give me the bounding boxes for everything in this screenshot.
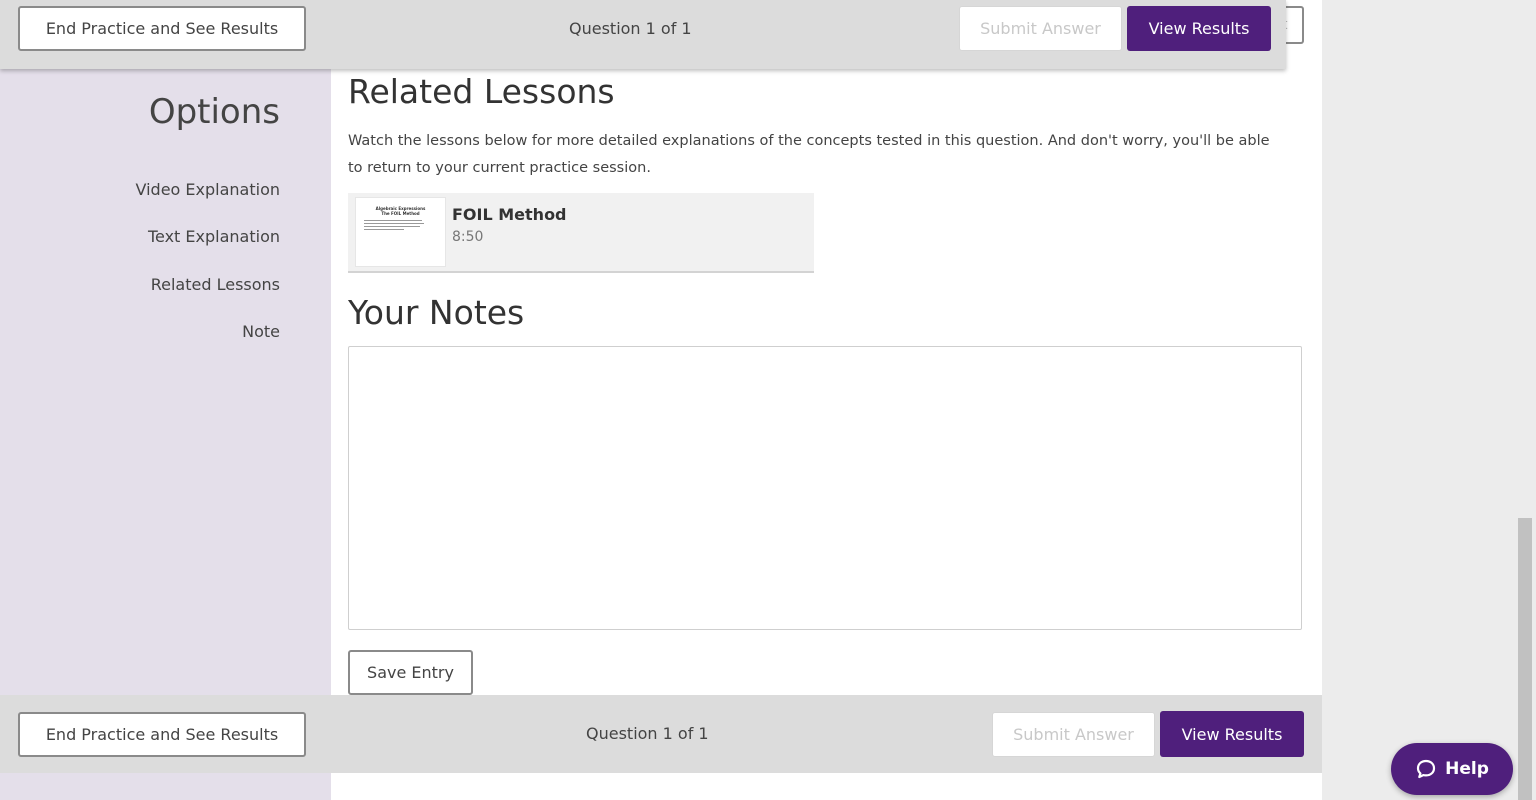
submit-answer-button[interactable]: Submit Answer — [992, 712, 1155, 757]
sidebar-item-video-explanation[interactable]: Video Explanation — [136, 180, 281, 199]
lesson-duration: 8:50 — [452, 229, 484, 245]
related-lessons-heading: Related Lessons — [348, 72, 615, 111]
thumbnail-text-line — [364, 229, 404, 230]
end-practice-button[interactable]: End Practice and See Results — [18, 712, 306, 757]
help-button[interactable]: Help — [1391, 743, 1513, 795]
scrollbar-thumb[interactable] — [1518, 518, 1532, 800]
thumbnail-text-line — [364, 220, 422, 221]
chat-bubble-icon — [1417, 759, 1436, 779]
thumbnail-text-line — [364, 223, 424, 224]
end-practice-button[interactable]: End Practice and See Results — [18, 6, 306, 51]
your-notes-heading: Your Notes — [348, 293, 525, 332]
options-sidebar: Options Video Explanation Text Explanati… — [0, 0, 331, 800]
submit-answer-button[interactable]: Submit Answer — [959, 6, 1122, 51]
lesson-title: FOIL Method — [452, 205, 567, 224]
lesson-card[interactable]: Algebraic Expressions The FOIL Method FO… — [348, 193, 814, 273]
sidebar-item-text-explanation[interactable]: Text Explanation — [148, 227, 280, 246]
lesson-thumbnail: Algebraic Expressions The FOIL Method — [355, 197, 446, 267]
related-lessons-description: Watch the lessons below for more detaile… — [348, 133, 1270, 176]
page-content: Options Video Explanation Text Explanati… — [0, 0, 1322, 800]
view-results-button[interactable]: View Results — [1127, 6, 1271, 51]
sidebar-item-related-lessons[interactable]: Related Lessons — [151, 275, 280, 294]
notes-textarea[interactable] — [348, 346, 1302, 630]
question-counter: Question 1 of 1 — [586, 724, 709, 743]
sidebar-title: Options — [148, 92, 280, 132]
help-label: Help — [1445, 759, 1489, 779]
question-counter: Question 1 of 1 — [569, 19, 692, 38]
thumbnail-text-line — [364, 226, 420, 227]
top-action-bar: End Practice and See Results Question 1 … — [0, 0, 1286, 69]
sidebar-item-note[interactable]: Note — [242, 322, 280, 341]
view-results-button[interactable]: View Results — [1160, 711, 1304, 757]
bottom-action-bar: End Practice and See Results Question 1 … — [0, 695, 1322, 773]
save-entry-button[interactable]: Save Entry — [348, 650, 473, 695]
thumbnail-title: Algebraic Expressions The FOIL Method — [375, 206, 426, 216]
